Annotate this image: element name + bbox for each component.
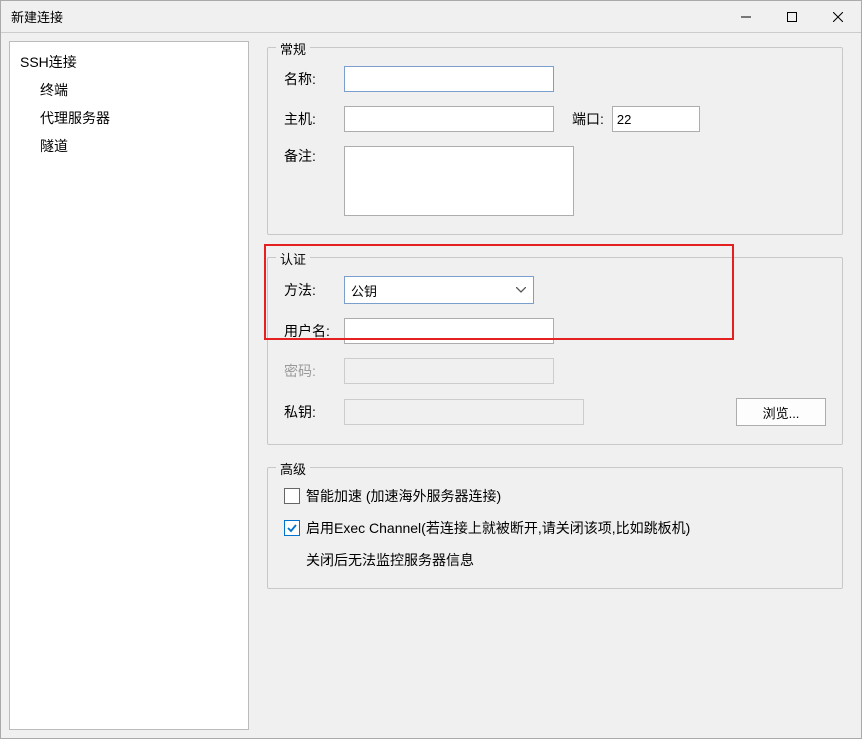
checkbox-smart-accel[interactable]: [284, 488, 300, 504]
label-name: 名称:: [284, 69, 344, 89]
select-method-wrap[interactable]: 公钥: [344, 276, 534, 304]
row-method: 方法: 公钥: [284, 276, 826, 304]
row-privatekey: 私钥: 浏览...: [284, 398, 826, 426]
group-advanced: 高级 智能加速 (加速海外服务器连接) 启用Exec Channel(若连接上就…: [267, 467, 843, 589]
input-remark[interactable]: [344, 146, 574, 216]
check-icon: [287, 523, 297, 533]
row-password: 密码:: [284, 358, 826, 384]
group-general-legend: 常规: [276, 39, 310, 58]
sidebar-item-proxy[interactable]: 代理服务器: [10, 104, 248, 132]
label-port: 端口:: [572, 109, 604, 129]
select-method[interactable]: 公钥: [344, 276, 534, 304]
input-name[interactable]: [344, 66, 554, 92]
label-privatekey: 私钥:: [284, 402, 344, 422]
dialog-window: 新建连接 SSH连接 终端 代理服务器 隧道 常规 名称:: [0, 0, 862, 739]
row-smart-accel[interactable]: 智能加速 (加速海外服务器连接): [284, 486, 826, 506]
window-title: 新建连接: [11, 7, 63, 26]
label-host: 主机:: [284, 109, 344, 129]
label-remark: 备注:: [284, 146, 344, 166]
sidebar-item-terminal[interactable]: 终端: [10, 76, 248, 104]
checkbox-exec-channel[interactable]: [284, 520, 300, 536]
select-method-value: 公钥: [351, 281, 377, 300]
sidebar-item-tunnel[interactable]: 隧道: [10, 132, 248, 160]
input-privatekey: [344, 399, 584, 425]
label-smart-accel: 智能加速 (加速海外服务器连接): [306, 486, 501, 506]
label-exec-note: 关闭后无法监控服务器信息: [306, 550, 826, 570]
row-remark: 备注:: [284, 146, 826, 216]
input-port[interactable]: [612, 106, 700, 132]
row-username: 用户名:: [284, 318, 826, 344]
close-button[interactable]: [815, 1, 861, 32]
label-method: 方法:: [284, 280, 344, 300]
dialog-body: SSH连接 终端 代理服务器 隧道 常规 名称: 主机: 端口:: [1, 33, 861, 738]
group-auth-legend: 认证: [276, 249, 310, 268]
label-password: 密码:: [284, 361, 344, 381]
label-username: 用户名:: [284, 321, 344, 341]
content-panel: 常规 名称: 主机: 端口: 备注: 认: [257, 41, 853, 730]
sidebar: SSH连接 终端 代理服务器 隧道: [9, 41, 249, 730]
titlebar: 新建连接: [1, 1, 861, 33]
group-general: 常规 名称: 主机: 端口: 备注:: [267, 47, 843, 235]
minimize-button[interactable]: [723, 1, 769, 32]
row-name: 名称:: [284, 66, 826, 92]
input-username[interactable]: [344, 318, 554, 344]
input-host[interactable]: [344, 106, 554, 132]
row-exec-channel[interactable]: 启用Exec Channel(若连接上就被断开,请关闭该项,比如跳板机): [284, 518, 826, 538]
row-host: 主机: 端口:: [284, 106, 826, 132]
browse-button[interactable]: 浏览...: [736, 398, 826, 426]
group-advanced-legend: 高级: [276, 459, 310, 478]
window-controls: [723, 1, 861, 32]
input-password: [344, 358, 554, 384]
maximize-button[interactable]: [769, 1, 815, 32]
label-exec-channel: 启用Exec Channel(若连接上就被断开,请关闭该项,比如跳板机): [306, 518, 690, 538]
group-auth: 认证 方法: 公钥 用户名: 密码:: [267, 257, 843, 445]
sidebar-item-ssh[interactable]: SSH连接: [10, 48, 248, 76]
